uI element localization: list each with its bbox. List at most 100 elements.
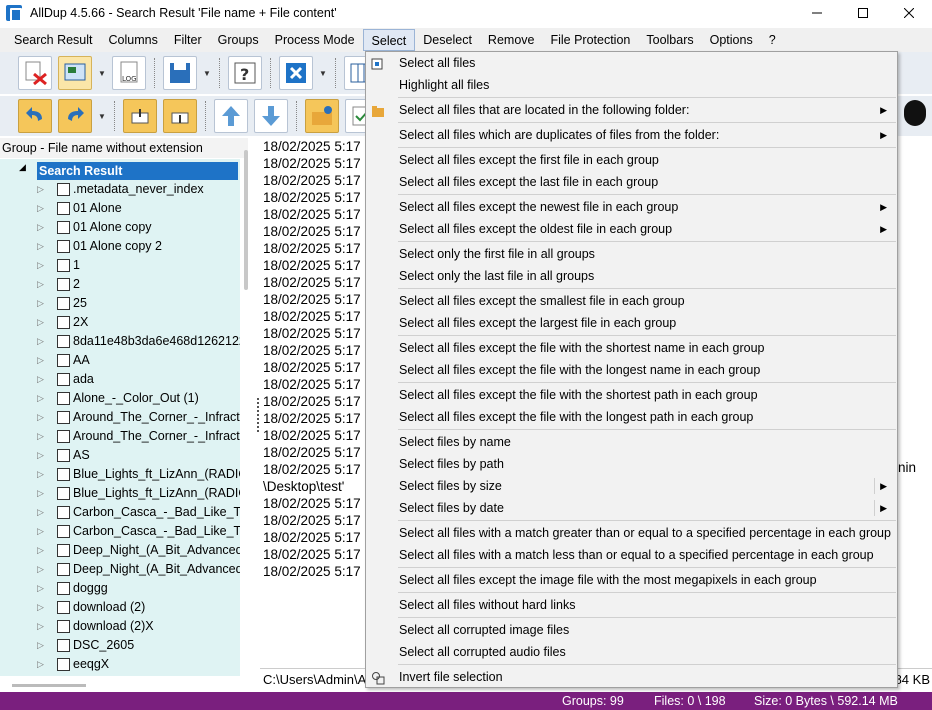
tree-root-label[interactable]: Search Result: [37, 162, 238, 180]
menu-item-select-all[interactable]: Select all files: [366, 52, 897, 74]
tree-item[interactable]: ▷ 01 Alone: [0, 199, 240, 218]
tree-item[interactable]: ▷ Carbon_Casca_-_Bad_Like_That: [0, 522, 240, 541]
panel-splitter[interactable]: [257, 398, 259, 432]
menu-item-except-longest-path[interactable]: Select all files except the file with th…: [366, 406, 897, 428]
tree-item[interactable]: ▷ 25: [0, 294, 240, 313]
expand-triangle-icon[interactable]: ▷: [37, 522, 44, 541]
checkbox[interactable]: [57, 278, 70, 291]
menu-item-only-last[interactable]: Select only the last file in all groups: [366, 265, 897, 287]
redo-folder-icon[interactable]: [58, 99, 92, 133]
menu-item-except-first[interactable]: Select all files except the first file i…: [366, 149, 897, 171]
menu-item-except-oldest[interactable]: Select all files except the oldest file …: [366, 218, 897, 240]
menu-groups[interactable]: Groups: [210, 29, 267, 51]
tree-item[interactable]: ▷ .metadata_never_index: [0, 180, 240, 199]
tree-item[interactable]: ▷ doggg: [0, 579, 240, 598]
checkbox[interactable]: [57, 544, 70, 557]
folder-settings-icon[interactable]: [305, 99, 339, 133]
menu-columns[interactable]: Columns: [101, 29, 166, 51]
menu-file-protection[interactable]: File Protection: [542, 29, 638, 51]
tree-item[interactable]: ▷ AA: [0, 351, 240, 370]
menu-toolbars[interactable]: Toolbars: [638, 29, 701, 51]
expand-triangle-icon[interactable]: ▷: [37, 427, 44, 446]
checkbox[interactable]: [57, 525, 70, 538]
checkbox[interactable]: [57, 221, 70, 234]
checkbox[interactable]: [57, 392, 70, 405]
menu-select[interactable]: Select: [362, 29, 416, 51]
expand-triangle-icon[interactable]: ▷: [37, 237, 44, 256]
menu-item-except-newest[interactable]: Select all files except the newest file …: [366, 196, 897, 218]
expand-icon[interactable]: [163, 99, 197, 133]
expand-triangle-icon[interactable]: ▷: [37, 503, 44, 522]
expand-triangle-icon[interactable]: ▷: [37, 294, 44, 313]
next-group-icon[interactable]: [254, 99, 288, 133]
checkbox[interactable]: [57, 373, 70, 386]
menu-item-except-largest[interactable]: Select all files except the largest file…: [366, 312, 897, 334]
menu-item-highlight-all[interactable]: Highlight all files: [366, 74, 897, 96]
checkbox[interactable]: [57, 620, 70, 633]
tree-item[interactable]: ▷ Alone_-_Color_Out (1): [0, 389, 240, 408]
tree-item[interactable]: ▷Deep_Night_(A_Bit_Advanced_M: [0, 560, 240, 579]
menu-item-select-by-path[interactable]: Select files by path: [366, 453, 897, 475]
minimize-button[interactable]: [794, 0, 840, 26]
menu-item-except-last[interactable]: Select all files except the last file in…: [366, 171, 897, 193]
menu-item-except-shortest-name[interactable]: Select all files except the file with th…: [366, 337, 897, 359]
menu-filter[interactable]: Filter: [166, 29, 210, 51]
expand-triangle-icon[interactable]: ▷: [37, 332, 44, 351]
menu-options[interactable]: Options: [702, 29, 761, 51]
menu-item-match-greater-equal[interactable]: Select all files with a match greater th…: [366, 522, 897, 544]
menu-help[interactable]: ?: [761, 29, 784, 51]
checkbox[interactable]: [57, 354, 70, 367]
menu-item-select-by-date[interactable]: Select files by date ▶: [366, 497, 897, 519]
expand-triangle-icon[interactable]: ▷: [37, 199, 44, 218]
tree-item[interactable]: ▷ Around_The_Corner_-_Infractio: [0, 427, 240, 446]
tree-item[interactable]: ▷ Carbon_Casca_-_Bad_Like_That: [0, 503, 240, 522]
expand-triangle-icon[interactable]: ▷: [37, 389, 44, 408]
expand-triangle-icon[interactable]: ▷: [37, 579, 44, 598]
checkbox[interactable]: [57, 487, 70, 500]
checkbox[interactable]: [57, 563, 70, 576]
tree-item[interactable]: ▷ 01 Alone copy 2: [0, 237, 240, 256]
tree-item[interactable]: ▷ 2X: [0, 313, 240, 332]
checkbox[interactable]: [57, 582, 70, 595]
chevron-down-icon[interactable]: ▼: [98, 112, 106, 121]
menu-item-invert-selection[interactable]: Invert file selection: [366, 666, 897, 688]
collapse-triangle-icon[interactable]: ◢: [19, 162, 26, 173]
expand-triangle-icon[interactable]: ▷: [37, 313, 44, 332]
tree-item[interactable]: ▷ 2: [0, 275, 240, 294]
expand-triangle-icon[interactable]: ▷: [37, 541, 44, 560]
checkbox[interactable]: [57, 639, 70, 652]
expand-triangle-icon[interactable]: ▷: [37, 275, 44, 294]
chevron-down-icon[interactable]: ▼: [98, 69, 106, 78]
checkbox[interactable]: [57, 658, 70, 671]
tree-item[interactable]: ▷ eeqgX: [0, 655, 240, 674]
checkbox[interactable]: [57, 335, 70, 348]
menu-item-only-first[interactable]: Select only the first file in all groups: [366, 243, 897, 265]
checkbox[interactable]: [57, 430, 70, 443]
menu-item-except-shortest-path[interactable]: Select all files except the file with th…: [366, 384, 897, 406]
menu-item-select-duplicates-from-folder[interactable]: Select all files which are duplicates of…: [366, 124, 897, 146]
checkbox[interactable]: [57, 468, 70, 481]
menu-item-select-by-size[interactable]: Select files by size ▶: [366, 475, 897, 497]
expand-triangle-icon[interactable]: ▷: [37, 617, 44, 636]
chevron-down-icon[interactable]: ▼: [319, 69, 327, 78]
log-icon[interactable]: LOG: [112, 56, 146, 90]
expand-triangle-icon[interactable]: ▷: [37, 446, 44, 465]
expand-triangle-icon[interactable]: ▷: [37, 218, 44, 237]
collapse-icon[interactable]: [123, 99, 157, 133]
checkbox[interactable]: [57, 183, 70, 196]
tree-item[interactable]: ▷Blue_Lights_ft_LizAnn_(RADIO_E: [0, 484, 240, 503]
tree-horizontal-scrollbar[interactable]: [12, 684, 86, 687]
undo-folder-icon[interactable]: [18, 99, 52, 133]
tree-item[interactable]: ▷Blue_Lights_ft_LizAnn_(RADIO_E: [0, 465, 240, 484]
tree-item[interactable]: ▷ AS: [0, 446, 240, 465]
tree-item[interactable]: ▷8da11e48b3da6e468d126212269: [0, 332, 240, 351]
menu-item-corrupted-audio[interactable]: Select all corrupted audio files: [366, 641, 897, 663]
menu-item-select-by-name[interactable]: Select files by name: [366, 431, 897, 453]
maximize-button[interactable]: [840, 0, 886, 26]
menu-item-match-less-equal[interactable]: Select all files with a match less than …: [366, 544, 897, 566]
expand-triangle-icon[interactable]: ▷: [37, 560, 44, 579]
remove-files-icon[interactable]: [18, 56, 52, 90]
tree-scrollbar[interactable]: [244, 150, 248, 290]
menu-item-except-smallest[interactable]: Select all files except the smallest fil…: [366, 290, 897, 312]
menu-remove[interactable]: Remove: [480, 29, 543, 51]
